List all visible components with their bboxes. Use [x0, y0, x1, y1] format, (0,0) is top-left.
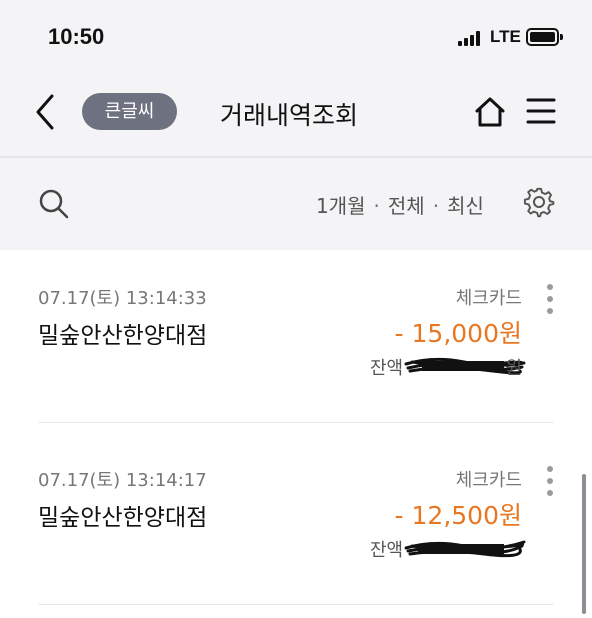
transaction-type: 체크카드 [455, 288, 522, 309]
filter-summary[interactable]: 1개월 · 전체 · 최신 [316, 190, 484, 219]
balance-unit: 원 [505, 358, 522, 379]
search-button[interactable] [38, 188, 70, 220]
filter-separator: · [432, 194, 440, 218]
battery-icon [526, 28, 559, 46]
transaction-merchant: 밀숲안산한양대점 [38, 505, 208, 531]
transaction-merchant: 밀숲안산한양대점 [38, 323, 208, 349]
filter-period: 1개월 [316, 194, 366, 218]
home-button[interactable] [472, 94, 508, 130]
transaction-balance: 잔액 [370, 536, 530, 561]
more-options-icon[interactable] [545, 466, 555, 500]
transaction-datetime: 07.17(토) 13:14:33 [38, 288, 207, 309]
transaction-datetime: 07.17(토) 13:14:17 [38, 470, 207, 491]
filter-scope: 전체 [387, 194, 425, 218]
list-item[interactable]: 07.17(토) 13:14:33 밀숲안산한양대점 체크카드 - 15,000… [0, 250, 592, 430]
filter-bar: 1개월 · 전체 · 최신 [0, 158, 592, 250]
filter-order: 최신 [447, 194, 484, 218]
chevron-left-icon [36, 94, 54, 130]
hamburger-menu-icon [526, 98, 556, 124]
transaction-balance: 잔액 원 [370, 354, 530, 379]
status-bar: 10:50 LTE [0, 0, 592, 70]
nav-header: 큰글씨 거래내역조회 [0, 70, 592, 156]
balance-label: 잔액 [370, 540, 404, 561]
network-type: LTE [490, 27, 521, 46]
back-button[interactable] [30, 92, 64, 132]
scrollbar[interactable] [582, 474, 586, 614]
battery-cap [560, 34, 563, 40]
filter-settings-button[interactable] [523, 186, 555, 218]
row-divider [38, 604, 554, 605]
transaction-list: 07.17(토) 13:14:33 밀숲안산한양대점 체크카드 - 15,000… [0, 250, 592, 618]
status-time: 10:50 [48, 24, 105, 49]
more-options-icon[interactable] [545, 284, 555, 318]
redaction-scribble [404, 540, 526, 558]
transaction-amount: - 12,500원 [394, 501, 522, 530]
list-item[interactable]: 07.17(토) 13:14:17 밀숲안산한양대점 체크카드 - 12,500… [0, 432, 592, 612]
transaction-type: 체크카드 [455, 470, 522, 491]
menu-button[interactable] [526, 96, 556, 126]
balance-label: 잔액 [370, 358, 404, 379]
cellular-signal-icon [458, 30, 484, 46]
home-icon [475, 97, 505, 127]
search-icon [39, 189, 69, 219]
page-title: 거래내역조회 [220, 101, 359, 130]
gear-icon [523, 187, 555, 218]
large-text-toggle[interactable]: 큰글씨 [82, 93, 177, 130]
row-divider [38, 422, 554, 423]
transaction-amount: - 15,000원 [394, 319, 522, 348]
filter-separator: · [373, 194, 380, 218]
